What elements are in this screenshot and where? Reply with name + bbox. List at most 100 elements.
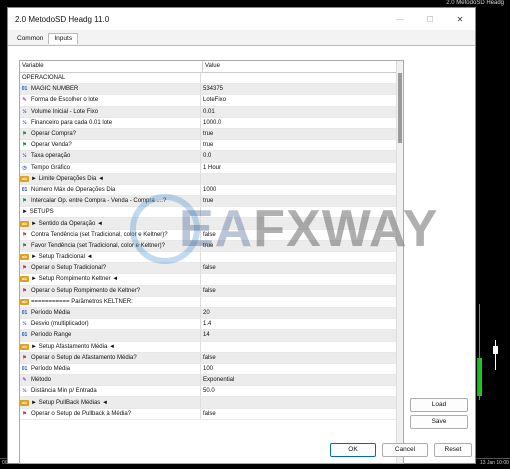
- tab-inputs[interactable]: Inputs: [48, 33, 79, 44]
- table-row[interactable]: ✎ Forma de Escolher o lote LoteFixo: [20, 95, 403, 107]
- string-icon: ab: [20, 175, 29, 182]
- bool-true-icon: ⚑: [22, 198, 27, 205]
- table-row[interactable]: ½ Distância Mín p/ Entrada 50.0: [20, 386, 403, 398]
- value-cell[interactable]: false: [201, 353, 216, 363]
- variable-label: Método: [31, 377, 52, 384]
- tab-common[interactable]: Common: [12, 34, 48, 44]
- value-cell[interactable]: false: [201, 409, 216, 419]
- table-row[interactable]: ⚑ Operar Venda? true: [20, 140, 403, 152]
- dialog-title: 2.0 MetodoSD Headg 11.0: [15, 14, 110, 24]
- save-button[interactable]: Save: [410, 415, 468, 429]
- integer-icon: 01: [21, 86, 28, 93]
- variable-cell: ab ► Setup Afastamento Média ◄: [20, 341, 201, 352]
- table-row[interactable]: ✎ Método Exponential: [20, 375, 403, 387]
- variable-cell: ◷ Tempo Gráfico: [20, 162, 201, 173]
- table-row[interactable]: ⚑ Operar o Setup de Pullback à Média? fals…: [20, 408, 403, 420]
- ok-button[interactable]: OK: [330, 443, 376, 457]
- table-row[interactable]: OPERACIONAL: [20, 73, 403, 85]
- value-cell[interactable]: false: [201, 286, 216, 296]
- value-cell[interactable]: true: [201, 140, 213, 150]
- value-cell[interactable]: [201, 73, 203, 83]
- string-icon: ab: [20, 343, 29, 350]
- bool-true-icon: ⚑: [22, 242, 27, 249]
- reset-button[interactable]: Reset: [434, 443, 472, 457]
- value-cell[interactable]: 0.0: [201, 151, 211, 161]
- variable-cell: ✎ Forma de Escolher o lote: [20, 95, 201, 106]
- value-cell[interactable]: [201, 274, 203, 284]
- variable-cell: ⚑ Operar Venda?: [20, 140, 201, 151]
- table-row[interactable]: ½ Volume Inicial - Lote Fixo 0.01: [20, 106, 403, 118]
- value-cell[interactable]: 0.01: [201, 107, 215, 117]
- bool-false-icon: ⚑: [22, 410, 27, 417]
- string-icon: ab: [20, 220, 29, 227]
- variable-cell: ⚑ Operar o Setup Rompimento de Keltner?: [20, 285, 201, 296]
- table-row[interactable]: ab =========== Parâmetros KELTNER:: [20, 296, 403, 308]
- value-cell[interactable]: LoteFixo: [201, 95, 226, 105]
- candle-wick: [495, 340, 496, 370]
- variable-label: =========== Parâmetros KELTNER:: [31, 298, 133, 305]
- variable-cell: ab ► Setup PullBack Médias ◄: [20, 397, 201, 408]
- value-cell[interactable]: 1.4: [201, 319, 211, 329]
- candle: [493, 346, 498, 354]
- value-cell[interactable]: true: [201, 129, 213, 139]
- value-cell[interactable]: 14: [201, 330, 210, 340]
- value-cell[interactable]: false: [201, 263, 216, 273]
- value-cell[interactable]: 100: [201, 364, 213, 374]
- value-cell[interactable]: 20: [201, 308, 210, 318]
- table-row[interactable]: ½ Desvio (multiplicador) 1.4: [20, 319, 403, 331]
- table-row[interactable]: ⚑ Operar o Setup Tradicional? false: [20, 263, 403, 275]
- column-header-variable[interactable]: Variable: [20, 61, 203, 72]
- integer-icon: 01: [21, 310, 28, 317]
- cancel-button[interactable]: Cancel: [382, 443, 428, 457]
- table-row[interactable]: ab ► Setup PullBack Médias ◄: [20, 397, 403, 409]
- vertical-scrollbar[interactable]: [396, 61, 403, 463]
- decimal-icon: ½: [22, 321, 27, 328]
- table-row[interactable]: ◷ Tempo Gráfico 1 Hour: [20, 162, 403, 174]
- variable-cell: ½ Desvio (multiplicador): [20, 319, 201, 330]
- value-cell[interactable]: 1000: [201, 185, 216, 195]
- watermark-logo: EAFXWAY: [179, 199, 438, 259]
- variable-label: Número Máx de Operações Dia: [31, 186, 116, 193]
- variable-label: OPERACIONAL: [22, 75, 66, 82]
- variable-cell: ½ Volume Inicial - Lote Fixo: [20, 106, 201, 117]
- variable-cell: 01 Período Range: [20, 330, 201, 341]
- value-cell[interactable]: Exponential: [201, 375, 234, 385]
- string-icon: ab: [20, 276, 29, 283]
- value-cell[interactable]: [201, 342, 203, 352]
- string-icon: ab: [20, 254, 29, 261]
- table-row[interactable]: ⚑ Operar o Setup de Afastamento Média? fal…: [20, 352, 403, 364]
- table-row[interactable]: 01 Período Range 14: [20, 330, 403, 342]
- table-row[interactable]: ⚑ Operar o Setup Rompimento de Keltner? fa…: [20, 285, 403, 297]
- variable-cell: 01 Período Média: [20, 363, 201, 375]
- value-cell[interactable]: 1 Hour: [201, 163, 221, 173]
- variable-label: Operar o Setup Rompimento de Keltner?: [31, 287, 141, 294]
- table-row[interactable]: ab ► Setup Afastamento Média ◄: [20, 341, 403, 353]
- column-header-value[interactable]: Value: [203, 61, 220, 72]
- table-row[interactable]: ab ► Limite Operações Dia ◄: [20, 173, 403, 185]
- table-header: Variable Value: [20, 61, 403, 73]
- enum-icon: ✎: [22, 97, 27, 104]
- table-row[interactable]: 01 Período Média 100: [20, 363, 403, 376]
- load-button[interactable]: Load: [410, 398, 468, 412]
- variable-cell: 01 Período Média: [20, 307, 201, 319]
- tab-strip: Common Inputs: [8, 32, 475, 44]
- maximize-button[interactable]: ☐: [415, 8, 445, 30]
- value-cell[interactable]: 50.0: [201, 386, 215, 396]
- table-row[interactable]: ab ► Setup Rompimento Keltner ◄: [20, 274, 403, 286]
- table-row[interactable]: ⚑ Operar Compra? true: [20, 128, 403, 141]
- value-cell[interactable]: [201, 397, 203, 407]
- table-row[interactable]: ½ Taxa operação 0.0: [20, 151, 403, 163]
- scrollbar-thumb[interactable]: [398, 73, 402, 143]
- value-cell[interactable]: 534375: [201, 84, 223, 94]
- variable-cell: ⚑ Operar Compra?: [20, 128, 201, 140]
- table-row[interactable]: 01 MAGIC NUMBER 534375: [20, 84, 403, 96]
- minimize-button[interactable]: —: [385, 8, 415, 30]
- value-cell[interactable]: [201, 297, 203, 307]
- value-cell[interactable]: 1000.0: [201, 118, 221, 128]
- variable-cell: 01 Número Máx de Operações Dia: [20, 184, 201, 196]
- table-row[interactable]: 01 Número Máx de Operações Dia 1000: [20, 184, 403, 197]
- table-row[interactable]: 01 Período Média 20: [20, 307, 403, 320]
- table-row[interactable]: ½ Financeiro para cada 0.01 lote 1000.0: [20, 117, 403, 129]
- value-cell[interactable]: [201, 174, 203, 184]
- close-button[interactable]: ✕: [445, 8, 475, 30]
